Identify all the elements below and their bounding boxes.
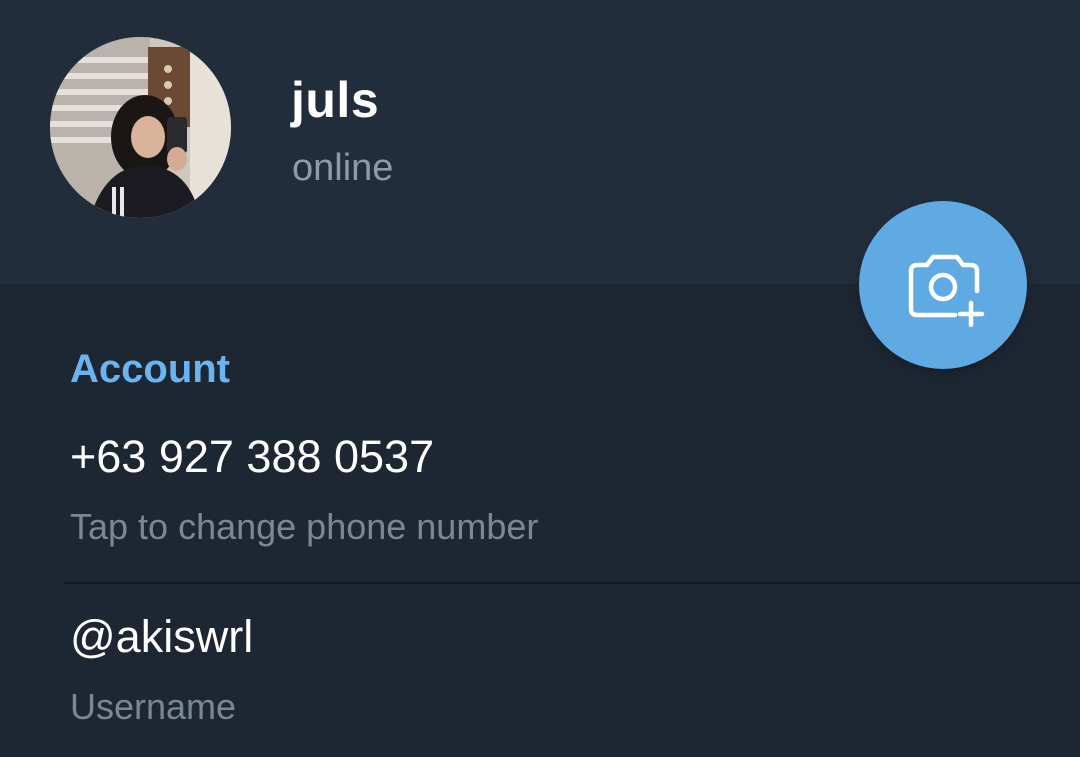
username-row[interactable]: @akiswrl Username: [0, 584, 1080, 757]
account-section-title: Account: [70, 347, 230, 391]
phone-number-value: +63 927 388 0537: [70, 431, 435, 482]
username-hint: Username: [70, 686, 237, 727]
profile-name: juls: [291, 72, 380, 128]
avatar[interactable]: [50, 37, 231, 218]
phone-number-row[interactable]: +63 927 388 0537 Tap to change phone num…: [0, 410, 1080, 582]
camera-add-icon: [908, 254, 985, 327]
avatar-photo: [50, 37, 231, 218]
phone-number-hint: Tap to change phone number: [70, 506, 539, 547]
profile-status: online: [292, 147, 394, 189]
set-profile-photo-button[interactable]: [859, 201, 1027, 369]
username-value: @akiswrl: [70, 611, 254, 662]
profile-settings-screen: juls online Account +63 927 388 0537 Tap…: [0, 0, 1080, 757]
